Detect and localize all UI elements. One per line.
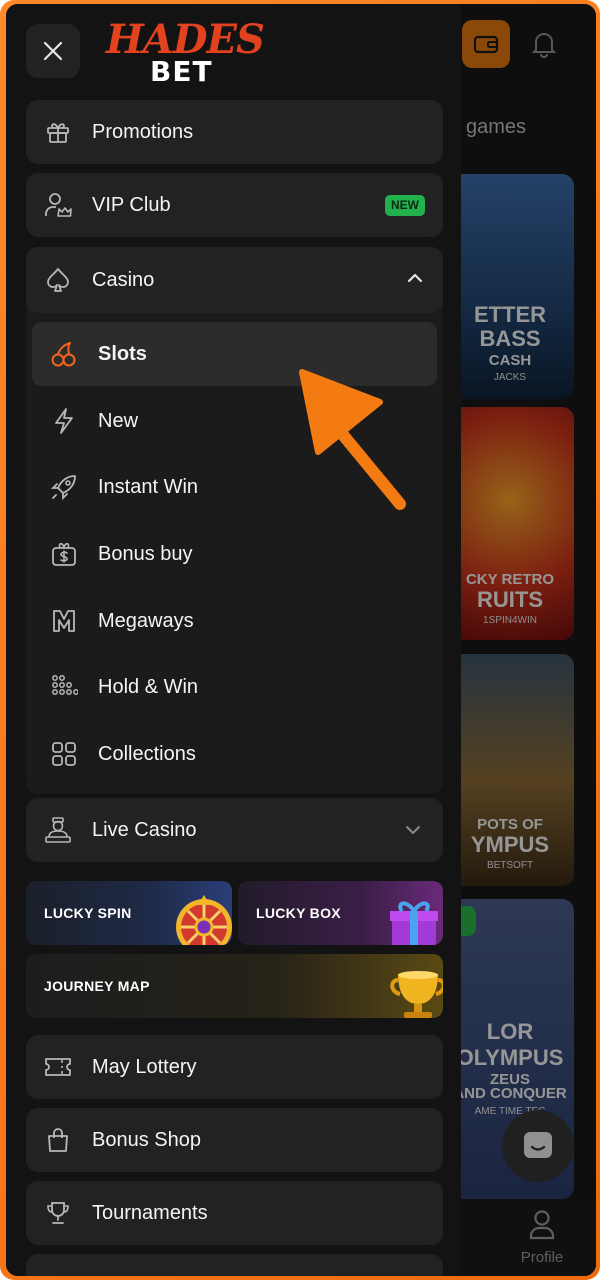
journey-map-tile[interactable]: JOURNEY MAP — [26, 954, 443, 1018]
menu-item-label: Promotions — [92, 120, 194, 143]
menu-item-casino[interactable]: Casino — [26, 247, 443, 313]
menu-item-label: Live Casino — [92, 818, 197, 841]
submenu-item-bonus-buy[interactable]: Bonus buy — [32, 522, 437, 586]
menu-item-partial[interactable] — [26, 1254, 443, 1276]
submenu-item-label: Slots — [98, 343, 147, 365]
screenshot-frame: w games ETTER BASS CASH JACKS CKY RETRO … — [0, 0, 600, 1280]
gift-icon — [44, 118, 72, 146]
menu-item-label: VIP Club — [92, 193, 171, 216]
menu-item-label: May Lottery — [92, 1055, 197, 1078]
menu-item-tournaments[interactable]: Tournaments — [26, 1181, 443, 1245]
lucky-spin-tile[interactable]: LUCKY SPIN — [26, 881, 232, 945]
submenu-item-label: Collections — [98, 743, 196, 765]
megaways-icon — [50, 607, 78, 635]
submenu-item-collections[interactable]: Collections — [32, 722, 437, 786]
menu-item-label: Casino — [92, 269, 155, 291]
submenu-item-label: Bonus buy — [98, 543, 193, 565]
shopping-bag-icon — [44, 1126, 72, 1154]
gift-box-icon — [390, 901, 438, 945]
brand-logo[interactable]: HADES BET — [106, 16, 265, 88]
submenu-item-label: Instant Win — [98, 476, 199, 498]
submenu-item-hold-and-win[interactable]: Hold & Win — [32, 655, 437, 719]
menu-item-vip-club[interactable]: VIP Club NEW — [26, 173, 443, 237]
menu-item-may-lottery[interactable]: May Lottery — [26, 1035, 443, 1099]
close-menu-button[interactable] — [26, 24, 80, 78]
cherries-icon — [50, 340, 78, 368]
menu-item-bonus-shop[interactable]: Bonus Shop — [26, 1108, 443, 1172]
new-badge: NEW — [385, 195, 425, 216]
ticket-icon — [44, 1053, 72, 1081]
trophy-icon — [44, 1199, 72, 1227]
grid-icon — [50, 740, 78, 768]
journey-map-label: JOURNEY MAP — [44, 978, 150, 994]
casino-submenu: Casino Slots New Instant Win Bonus buy M… — [26, 247, 443, 794]
side-menu-drawer: HADES BET Promotions VIP Club NEW Casino… — [6, 4, 461, 1276]
pointer-arrow-annotation — [299, 369, 406, 510]
vip-user-icon — [44, 191, 72, 219]
submenu-item-label: Megaways — [98, 610, 194, 632]
close-icon — [43, 41, 63, 61]
submenu-item-megaways[interactable]: Megaways — [32, 589, 437, 653]
brand-name-bottom: BET — [150, 55, 213, 88]
rocket-icon — [50, 473, 78, 501]
lucky-box-tile[interactable]: LUCKY BOX — [238, 881, 443, 945]
menu-item-label: Bonus Shop — [92, 1128, 201, 1151]
menu-item-promotions[interactable]: Promotions — [26, 100, 443, 164]
spade-icon — [44, 266, 72, 294]
menu-item-label: Tournaments — [92, 1201, 208, 1224]
wheel-icon — [176, 895, 232, 945]
submenu-item-label: Hold & Win — [98, 676, 199, 698]
dots-grid-icon — [50, 673, 78, 701]
lucky-box-label: LUCKY BOX — [256, 905, 341, 921]
lightning-icon — [50, 407, 78, 435]
chevron-down-icon[interactable] — [403, 820, 423, 840]
trophy-cup-icon — [390, 971, 443, 1018]
dealer-icon — [44, 816, 72, 844]
dollar-gift-icon — [50, 540, 78, 568]
lucky-spin-label: LUCKY SPIN — [44, 905, 132, 921]
app-screen: w games ETTER BASS CASH JACKS CKY RETRO … — [6, 4, 596, 1276]
menu-item-live-casino[interactable]: Live Casino — [26, 798, 443, 862]
submenu-item-label: New — [98, 410, 139, 432]
chevron-up-icon[interactable] — [407, 271, 423, 289]
